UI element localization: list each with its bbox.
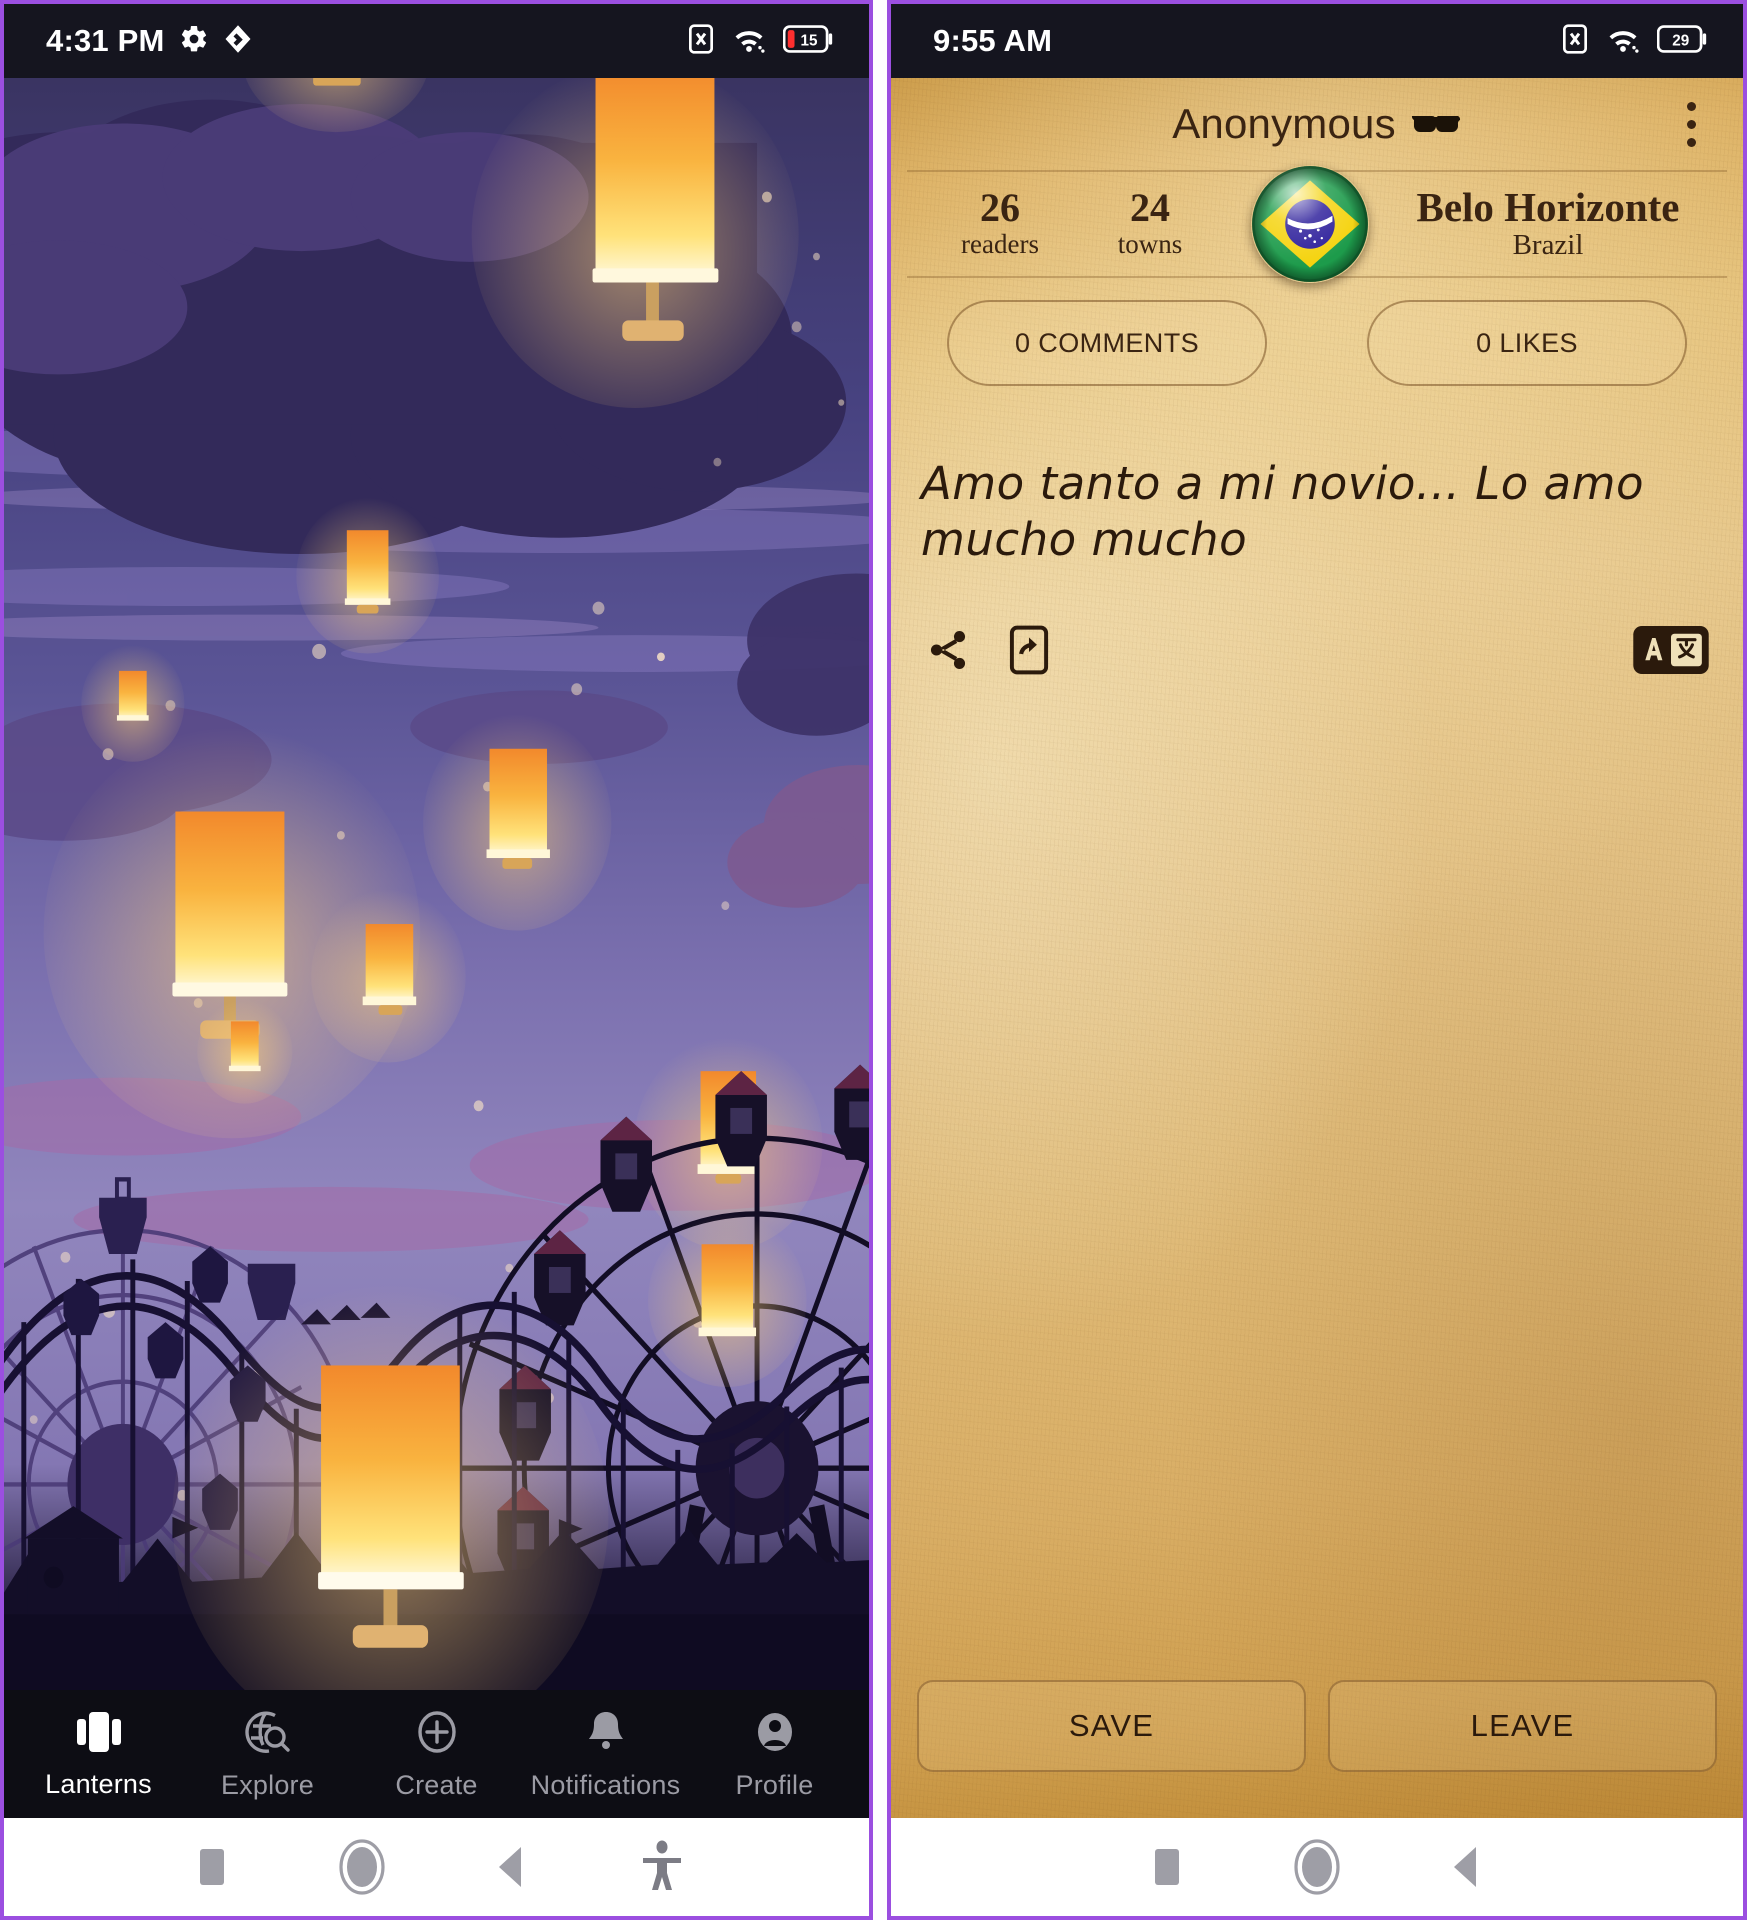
recents-square-icon[interactable] [137,1845,287,1889]
likes-button[interactable]: 0 LIKES [1367,300,1687,386]
nav-label: Lanterns [45,1768,152,1799]
engagement-chips: 0 COMMENTS 0 LIKES [891,278,1743,386]
towns-count: 24 [1130,185,1170,231]
paper-message-screen: Anonymous 26 readers 24 towns Belo Horiz… [891,78,1743,1818]
leave-button[interactable]: LEAVE [1328,1680,1717,1772]
country-name: Brazil [1512,229,1584,262]
left-status-bar-left: 4:31 PM [46,23,253,59]
author-name: Anonymous [1172,100,1396,147]
right-status-bar-right: 29 [1561,23,1709,60]
left-status-bar: 4:31 PM 15 [4,4,869,78]
right-status-bar: 9:55 AM 29 [891,4,1743,78]
battery-icon: 29 [1656,24,1709,59]
back-triangle-icon[interactable] [1392,1843,1542,1891]
nav-item-lanterns[interactable]: Lanterns [14,1709,183,1800]
comments-button[interactable]: 0 COMMENTS [947,300,1267,386]
message-body: Amo tanto a mi novio... Lo amo mucho muc… [891,386,1743,569]
back-triangle-icon[interactable] [437,1843,587,1891]
wifi-icon [1606,24,1640,59]
nav-label: Profile [735,1769,814,1800]
nav-item-create[interactable]: Create [352,1708,521,1801]
lantern [471,78,799,408]
kebab-menu-icon[interactable] [1669,94,1713,154]
status-time: 9:55 AM [933,23,1053,58]
svg-text:29: 29 [1672,32,1689,49]
right-phone-frame: 9:55 AM 29 Anonymous 26 readers 24 towns… [887,0,1747,1920]
brazil-flag-icon [1251,165,1369,283]
flag-wrapper [1247,165,1373,283]
nav-label: Create [395,1769,478,1800]
nav-item-profile[interactable]: Profile [690,1708,859,1801]
right-system-nav-bar [891,1818,1743,1916]
readers-count: 26 [980,185,1020,231]
scene-artwork [4,78,869,1690]
explore-search-globe-icon [244,1708,292,1761]
home-circle-icon[interactable] [287,1836,437,1898]
app-glyph-icon [223,24,253,59]
plus-circle-icon [413,1708,461,1761]
lantern [311,889,466,1063]
accessibility-icon[interactable] [587,1840,737,1894]
send-to-phone-icon[interactable] [1007,625,1051,680]
app-bottom-nav: Lanterns Explore Create Notifications Pr… [4,1690,869,1818]
status-time: 4:31 PM [46,23,165,58]
svg-text:15: 15 [801,32,818,49]
location-info: Belo Horizonte Brazil [1387,185,1709,263]
author-title: Anonymous [1172,100,1462,148]
left-phone-frame: 4:31 PM 15 Lanterns Explore Create Notif… [0,0,873,1920]
share-icon[interactable] [925,627,971,678]
readers-label: readers [961,229,1039,260]
lantern [648,1213,807,1388]
towns-stat: 24 towns [1075,187,1225,260]
lantern [197,999,293,1104]
nav-item-explore[interactable]: Explore [183,1708,352,1801]
readers-stat: 26 readers [925,187,1075,260]
nav-item-notifications[interactable]: Notifications [521,1708,690,1801]
towns-label: towns [1117,229,1183,260]
left-system-nav-bar [4,1818,869,1916]
message-header: Anonymous [891,78,1743,170]
translate-icon[interactable] [1633,625,1709,679]
battery-icon: 15 [782,24,835,59]
message-text: Amo tanto a mi novio... Lo amo mucho muc… [921,457,1644,567]
gear-icon [179,24,209,59]
city-name: Belo Horizonte [1416,184,1680,231]
lantern-sky-scene[interactable] [4,78,869,1690]
recents-square-icon[interactable] [1092,1845,1242,1889]
lanterns-icon [74,1709,124,1760]
message-actions [891,569,1743,680]
no-sim-icon [687,23,715,60]
person-circle-icon [751,1708,799,1761]
no-sim-icon [1561,23,1589,60]
save-button[interactable]: SAVE [917,1680,1306,1772]
lantern [296,497,439,654]
stats-strip: 26 readers 24 towns Belo Horizonte Brazi… [907,165,1727,283]
bell-icon [583,1708,629,1761]
left-status-bar-right: 15 [687,23,835,60]
home-circle-icon[interactable] [1242,1836,1392,1898]
nav-label: Explore [221,1769,314,1800]
wifi-icon [732,24,766,59]
dual-phone-screenshot: 4:31 PM 15 Lanterns Explore Create Notif… [0,0,1747,1920]
nav-label: Notifications [530,1769,681,1800]
right-status-bar-left: 9:55 AM [933,23,1052,59]
lantern [423,714,612,931]
bottom-action-buttons: SAVE LEAVE [891,1680,1743,1818]
sunglasses-emoji [1410,100,1462,148]
